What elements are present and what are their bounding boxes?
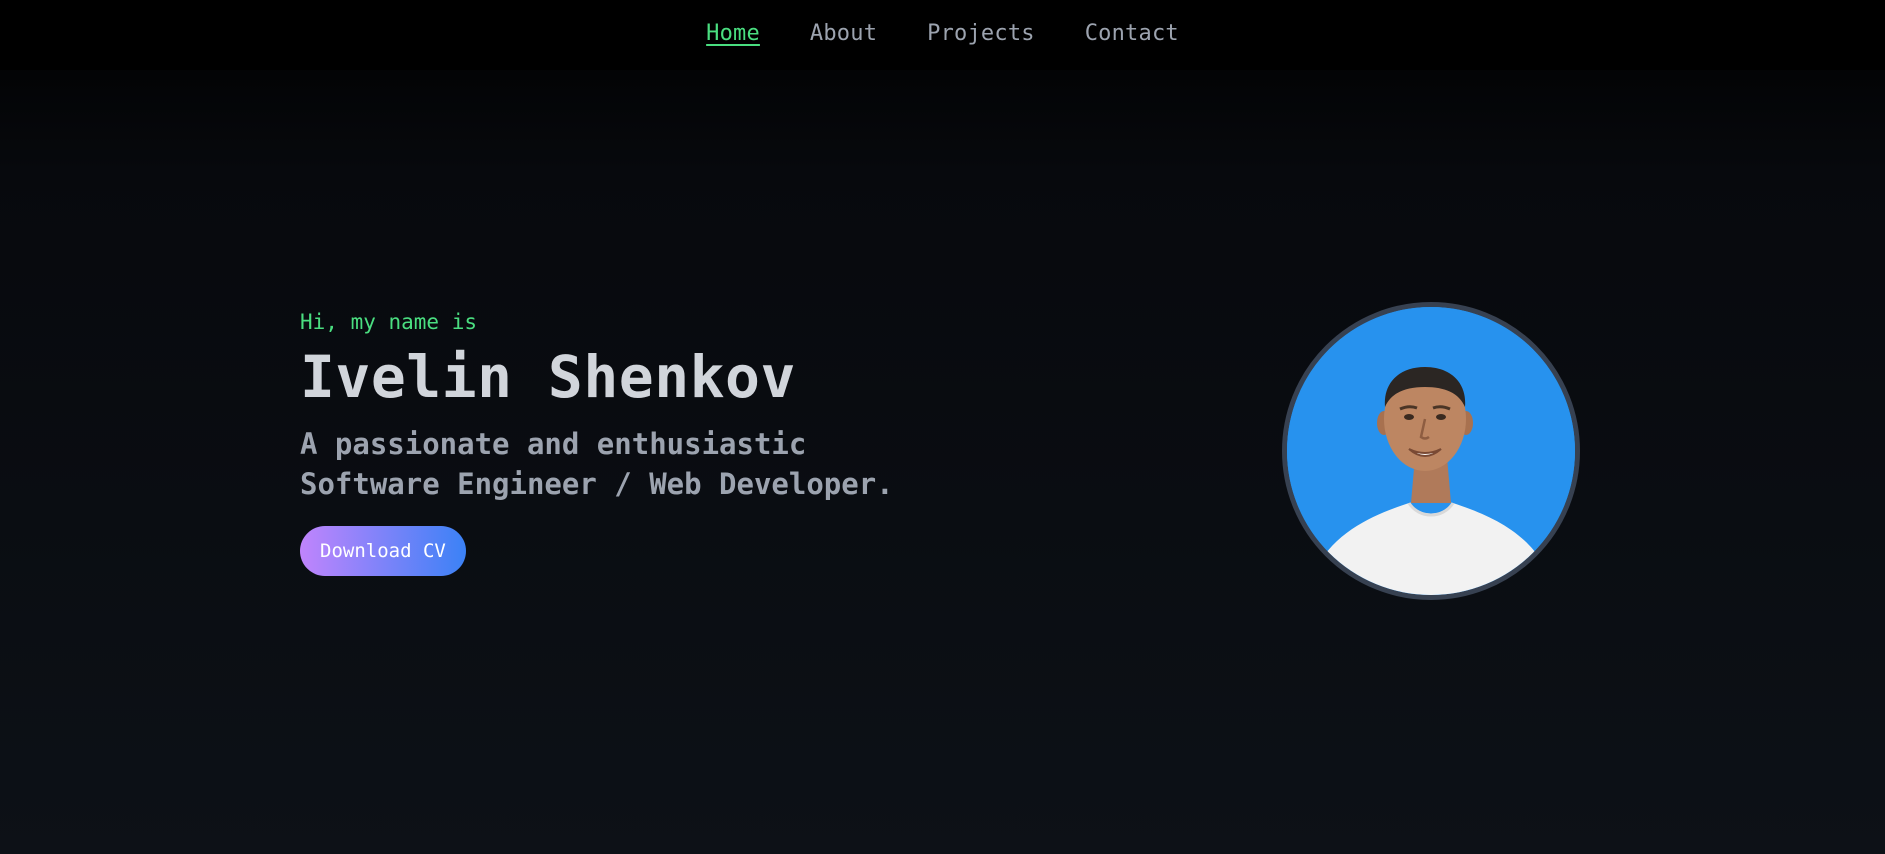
profile-avatar xyxy=(1282,302,1580,600)
hero-section: Hi, my name is Ivelin Shenkov A passiona… xyxy=(300,310,1000,576)
nav-item-projects: Projects xyxy=(927,21,1035,46)
download-cv-button[interactable]: Download CV xyxy=(300,525,466,576)
hero-tagline-line-2: Software Engineer / Web Developer. xyxy=(300,466,894,501)
profile-photo-illustration xyxy=(1287,307,1575,595)
hero-tagline-line-1: A passionate and enthusiastic xyxy=(300,426,807,461)
hero-name: Ivelin Shenkov xyxy=(300,343,796,411)
hero-tagline: A passionate and enthusiastic Software E… xyxy=(300,424,940,504)
nav-item-about: About xyxy=(810,21,877,46)
nav-link-about[interactable]: About xyxy=(810,21,877,46)
nav-link-projects[interactable]: Projects xyxy=(927,21,1035,46)
top-navigation: Home About Projects Contact xyxy=(0,0,1885,70)
nav-item-home: Home xyxy=(706,21,760,46)
hero-greeting: Hi, my name is xyxy=(300,310,478,334)
nav-link-home[interactable]: Home xyxy=(706,21,760,46)
nav-item-contact: Contact xyxy=(1085,21,1179,46)
nav-link-contact[interactable]: Contact xyxy=(1085,21,1179,46)
nav-list: Home About Projects Contact xyxy=(706,21,1179,50)
